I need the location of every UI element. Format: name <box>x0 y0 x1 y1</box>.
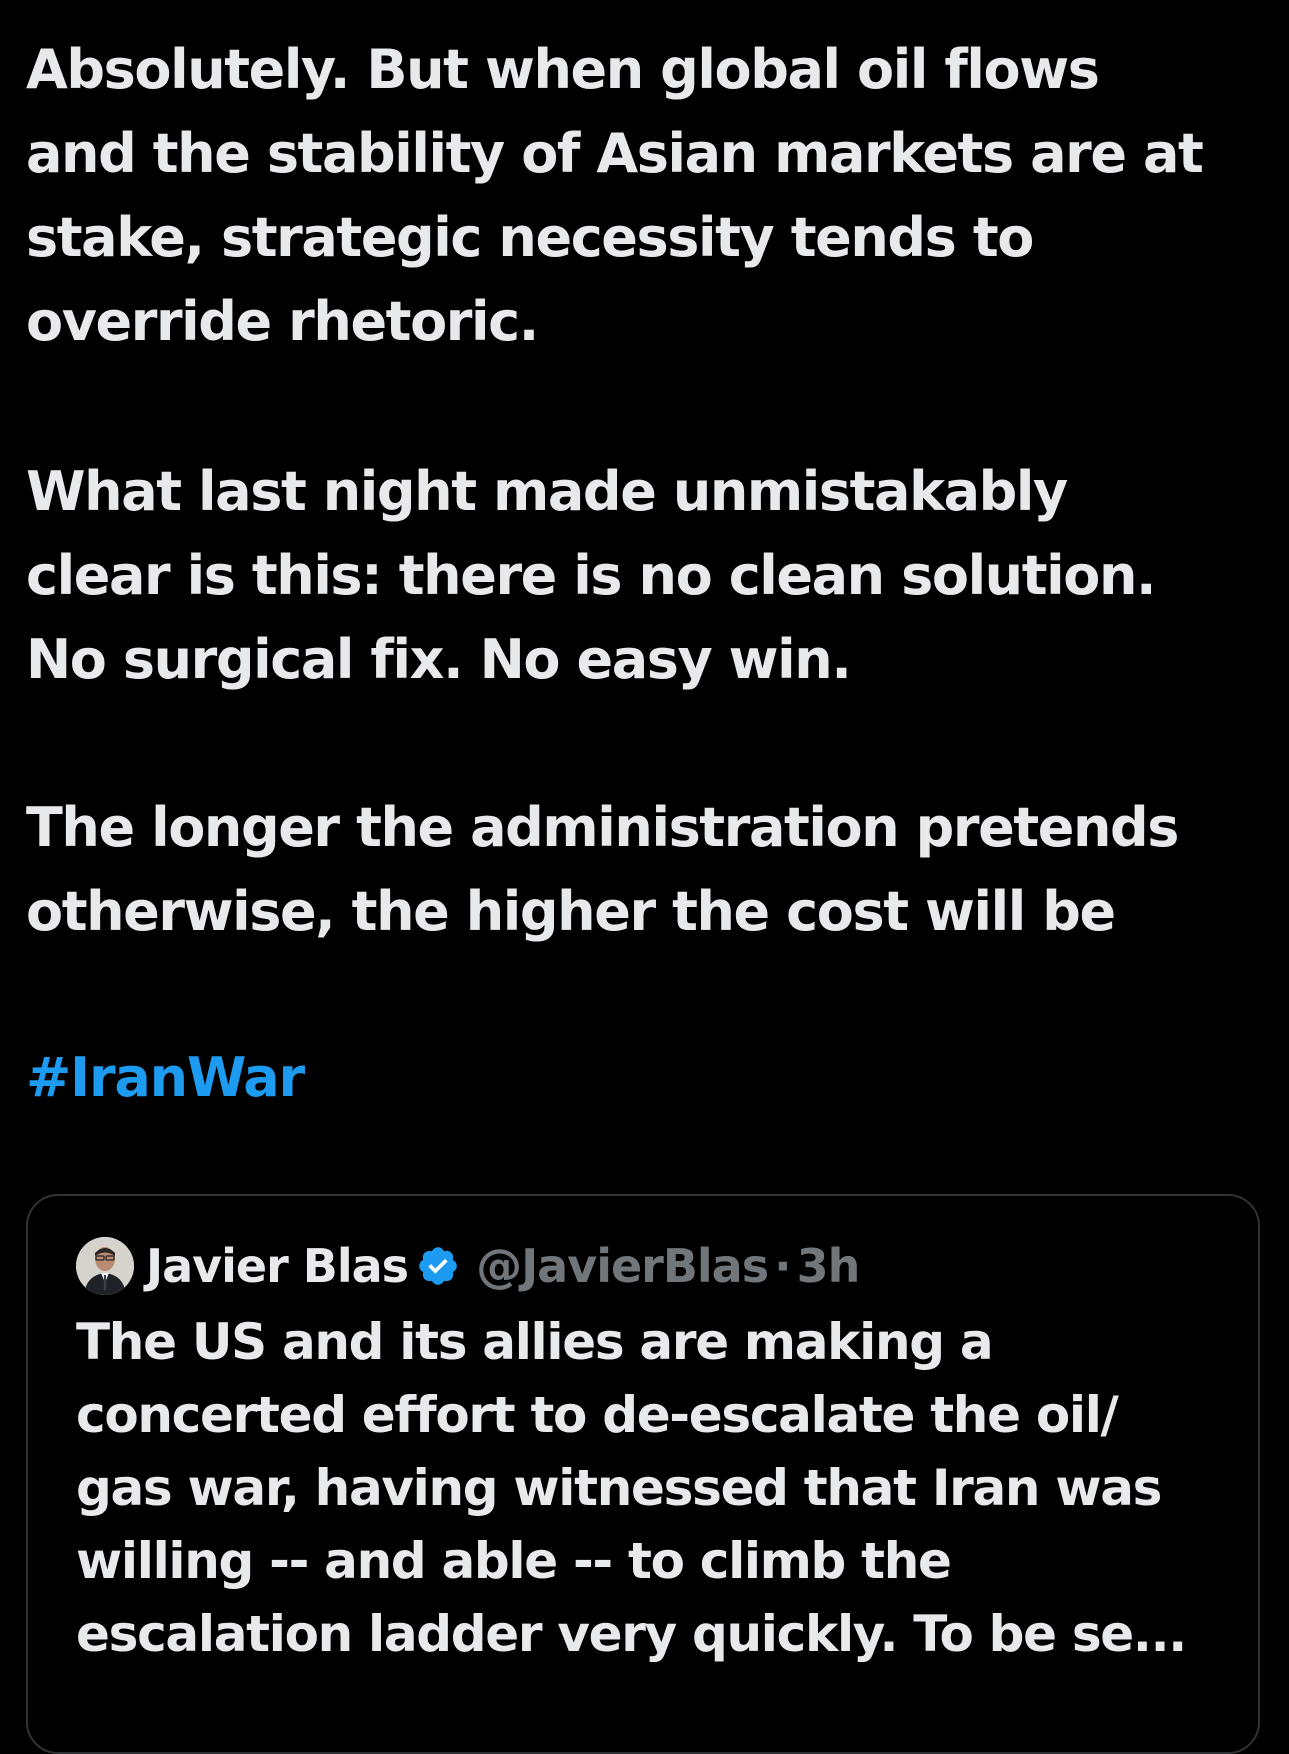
quoted-tweet-text: The US and its allies are making a conce… <box>76 1313 1187 1663</box>
timestamp[interactable]: 3h <box>797 1239 861 1293</box>
author-handle[interactable]: @JavierBlas <box>476 1239 769 1293</box>
author-avatar[interactable] <box>76 1237 134 1295</box>
tweet-paragraph: The longer the administration pretends o… <box>26 796 1179 943</box>
tweet-paragraph: What last night made unmistakably clear … <box>26 460 1157 691</box>
separator-dot: · <box>774 1239 792 1293</box>
tweet: Absolutely. But when global oil flows an… <box>0 0 1289 1754</box>
quoted-tweet-card[interactable]: Javier Blas @JavierBlas · 3h The US and … <box>26 1194 1260 1754</box>
tweet-paragraph: Absolutely. But when global oil flows an… <box>26 38 1204 353</box>
hashtag-link[interactable]: #IranWar <box>26 1036 305 1120</box>
quoted-tweet-header: Javier Blas @JavierBlas · 3h <box>76 1234 861 1298</box>
verified-badge-icon <box>416 1244 460 1288</box>
author-name[interactable]: Javier Blas <box>146 1239 409 1293</box>
